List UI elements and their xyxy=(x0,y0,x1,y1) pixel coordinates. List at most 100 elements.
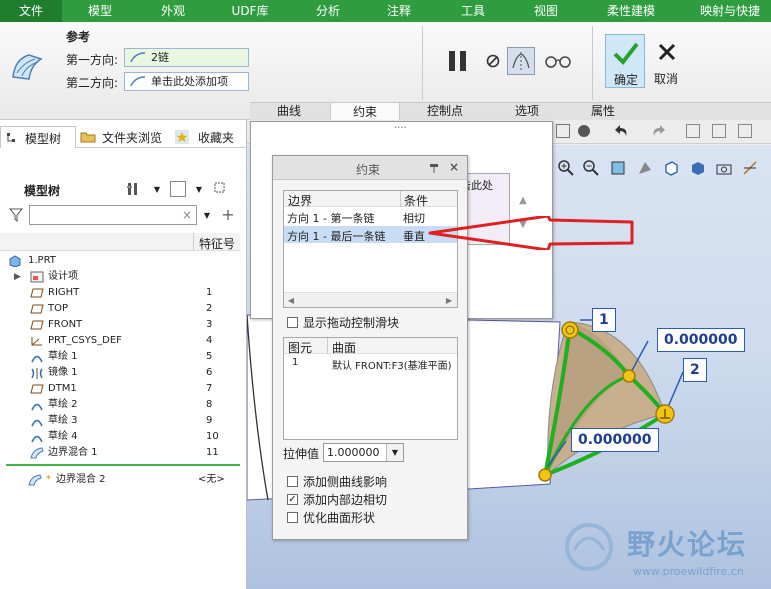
no-preview-icon[interactable] xyxy=(482,50,504,72)
ok-button[interactable]: 确定 xyxy=(605,34,645,88)
design-items-icon xyxy=(30,271,44,283)
scroll-right-icon[interactable]: ▶ xyxy=(444,295,454,305)
tree-row-number: 8 xyxy=(206,399,213,410)
scroll-left-icon[interactable]: ◀ xyxy=(286,295,296,305)
dir1-field[interactable]: 2链 xyxy=(124,48,249,67)
refit-icon[interactable] xyxy=(609,159,627,177)
star-icon xyxy=(174,130,190,144)
value-bottom-label[interactable]: 0.000000 xyxy=(571,428,659,452)
menu-view[interactable]: 视图 xyxy=(521,0,571,22)
close-icon[interactable]: × xyxy=(447,160,461,174)
callout-chain-1[interactable]: 1 xyxy=(592,308,616,332)
glasses-icon[interactable] xyxy=(543,50,573,72)
ribbon-divider xyxy=(422,26,423,100)
tab-properties[interactable]: 属性 xyxy=(570,102,636,120)
show-icon[interactable] xyxy=(214,181,232,197)
view-cube-icon[interactable] xyxy=(662,159,680,177)
tree-row-label: FRONT xyxy=(48,319,83,330)
chevron-down-icon[interactable]: ▼ xyxy=(152,184,162,194)
tree-settings-icon[interactable] xyxy=(126,180,144,198)
sphere-icon[interactable] xyxy=(576,123,592,139)
value-top-label[interactable]: 0.000000 xyxy=(657,328,745,352)
close-window-icon[interactable] xyxy=(712,124,726,138)
pause-icon[interactable] xyxy=(444,48,472,74)
clear-icon[interactable]: × xyxy=(180,208,194,222)
side-curve-checkbox[interactable] xyxy=(287,476,298,487)
menu-annotate[interactable]: 注释 xyxy=(374,0,424,22)
tree-row[interactable]: RIGHT 1 xyxy=(0,285,240,301)
tree-row[interactable]: 草绘 1 5 xyxy=(0,349,240,365)
dropdown-button[interactable]: ▼ xyxy=(386,444,403,461)
table-header: 边界 条件 xyxy=(284,191,457,208)
add-icon[interactable]: + xyxy=(220,205,236,224)
table-row[interactable]: 1 默认 FRONT:F3(基准平面) xyxy=(284,355,457,371)
menu-mapping[interactable]: 映射与快捷 xyxy=(700,0,771,22)
menu-flexible[interactable]: 柔性建模 xyxy=(596,0,666,22)
copy-icon[interactable] xyxy=(738,124,752,138)
element-column-header: 图元 xyxy=(288,341,313,355)
stretch-value-combobox[interactable]: 1.000000 ▼ xyxy=(323,443,404,462)
callout-chain-2[interactable]: 2 xyxy=(683,358,707,382)
chevron-down-icon[interactable]: ▼ xyxy=(194,184,204,194)
tab-curves[interactable]: 曲线 xyxy=(260,102,318,120)
inner-tangent-checkbox[interactable]: ✓ xyxy=(287,494,298,505)
datum-display-icon[interactable] xyxy=(741,159,759,177)
tree-row-number: 2 xyxy=(206,303,213,314)
zoom-in-icon[interactable] xyxy=(557,159,575,177)
tree-row[interactable]: 镜像 1 6 xyxy=(0,365,240,381)
tree-row-label: 草绘 1 xyxy=(48,351,78,362)
menu-appearance[interactable]: 外观 xyxy=(148,0,198,22)
tree-row[interactable]: 边界混合 1 11 xyxy=(0,445,240,461)
expand-icon[interactable]: ▶ xyxy=(14,269,21,285)
tree-search-input[interactable] xyxy=(29,205,197,225)
dir2-field[interactable]: 单击此处添加项 xyxy=(124,72,249,91)
reorient-icon[interactable] xyxy=(636,159,654,177)
tree-row-insert[interactable]: * 边界混合 2 <无> xyxy=(0,472,240,488)
feature-preview-icon[interactable] xyxy=(507,47,535,75)
undo-icon[interactable] xyxy=(614,123,630,139)
tab-options[interactable]: 选项 xyxy=(492,102,562,120)
filter-icon[interactable] xyxy=(8,207,24,223)
watermark-title: 野火论坛 xyxy=(627,528,748,561)
cancel-button[interactable]: 取消 xyxy=(648,34,686,88)
pin-icon[interactable] xyxy=(427,161,441,175)
tree-row[interactable]: DTM1 7 xyxy=(0,381,240,397)
list-settings-icon[interactable] xyxy=(170,181,186,197)
show-handle-checkbox[interactable] xyxy=(287,317,298,328)
menu-file[interactable]: 文件 xyxy=(0,0,62,22)
cancel-label: 取消 xyxy=(654,72,679,86)
display-style-icon[interactable] xyxy=(689,159,707,177)
menu-tools[interactable]: 工具 xyxy=(448,0,498,22)
sketch-icon xyxy=(30,431,44,443)
redo-icon[interactable] xyxy=(650,123,666,139)
tab-folder-browser[interactable]: 文件夹浏览 xyxy=(78,126,164,148)
chevron-down-icon[interactable]: ▼ xyxy=(202,210,212,220)
tree-row[interactable]: 草绘 4 10 xyxy=(0,429,240,445)
window-icon[interactable] xyxy=(686,124,700,138)
menu-analysis[interactable]: 分析 xyxy=(303,0,353,22)
horizontal-scrollbar[interactable]: ◀ ▶ xyxy=(284,292,457,307)
optimize-surface-checkbox[interactable] xyxy=(287,512,298,523)
tab-favorites[interactable]: 收藏夹 xyxy=(170,126,242,148)
tree-row[interactable]: 草绘 3 9 xyxy=(0,413,240,429)
tree-row[interactable]: TOP 2 xyxy=(0,301,240,317)
dialog-titlebar[interactable]: 约束 × xyxy=(273,156,467,180)
arrow-up-icon[interactable]: ▲ xyxy=(517,194,529,206)
camera-icon[interactable] xyxy=(715,159,733,177)
tab-control-points[interactable]: 控制点 xyxy=(410,102,480,120)
zoom-out-icon[interactable] xyxy=(582,159,600,177)
menu-model[interactable]: 模型 xyxy=(75,0,125,22)
menu-udf[interactable]: UDF库 xyxy=(222,0,278,22)
tree-row[interactable]: FRONT 3 xyxy=(0,317,240,333)
view-icon[interactable] xyxy=(556,124,570,138)
tree-row-label: 镜像 1 xyxy=(48,367,78,378)
tab-constraints[interactable]: 约束 xyxy=(330,102,400,120)
tree-row[interactable]: ▶ 设计项 xyxy=(0,269,240,285)
tree-row[interactable]: 1.PRT xyxy=(0,253,240,269)
tab-model-tree[interactable]: 模型树 xyxy=(0,126,76,148)
row-boundary: 方向 1 - 第一条链 xyxy=(287,212,375,225)
condition-column-header: 条件 xyxy=(404,194,429,208)
tree-row[interactable]: PRT_CSYS_DEF 4 xyxy=(0,333,240,349)
drag-grip-icon[interactable]: ···· xyxy=(394,123,407,134)
tree-row[interactable]: 草绘 2 8 xyxy=(0,397,240,413)
